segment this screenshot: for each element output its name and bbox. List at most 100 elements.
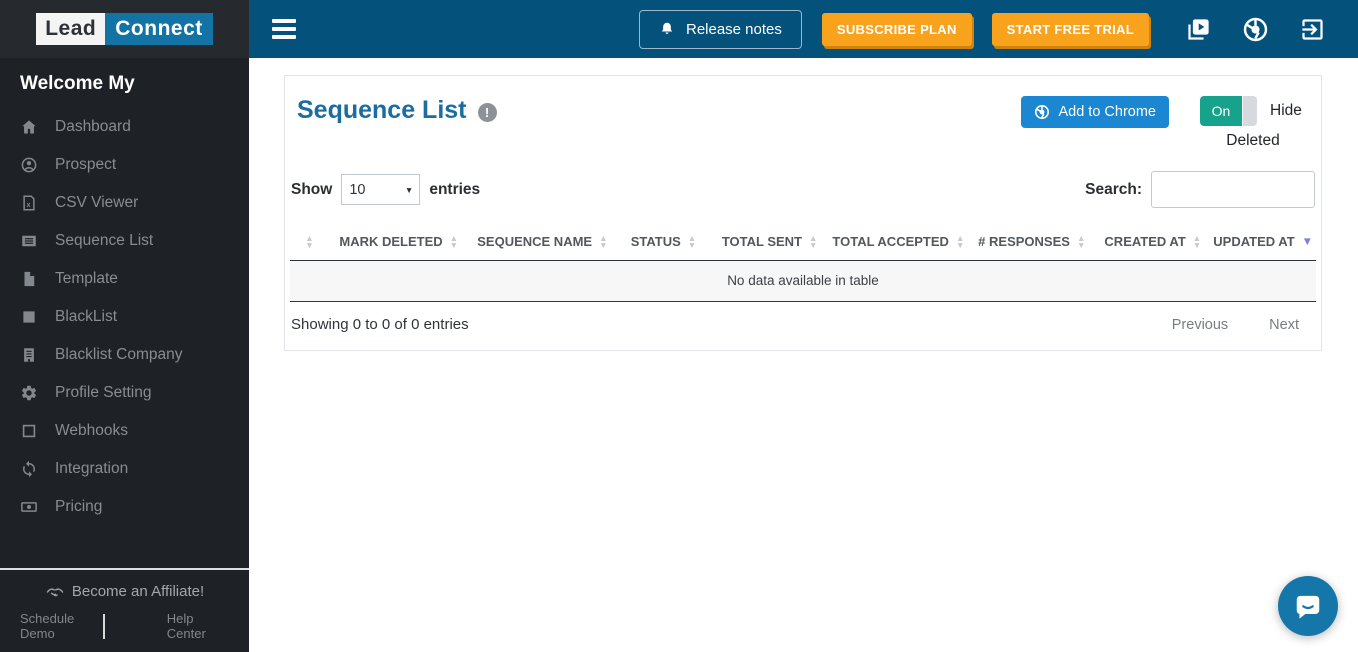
toggle-on-label: On [1200,96,1242,126]
sidebar-item-profile-setting[interactable]: Profile Setting [0,374,249,412]
sort-icon: ▲ ▼ [687,232,697,250]
hide-deleted-toggle[interactable]: On Hide Deleted [1200,96,1306,155]
table-controls: Show 10 entries Search: [291,171,1315,208]
sidebar-item-label: Blacklist Company [55,345,183,363]
add-to-chrome-button[interactable]: Add to Chrome [1021,96,1169,128]
list-icon [20,232,38,250]
page-length-select[interactable]: 10 [341,174,421,205]
table-info: Showing 0 to 0 of 0 entries [291,316,469,333]
chat-launcher-button[interactable] [1278,576,1338,636]
logo-lead: Lead [36,13,106,45]
empty-message: No data available in table [290,260,1316,302]
sidebar-item-integration[interactable]: Integration [0,450,249,488]
bell-icon [661,22,673,34]
sidebar: Lead Connect Welcome My Dashboard Prospe… [0,0,249,652]
sidebar-item-blacklist[interactable]: BlackList [0,298,249,336]
sort-icon: ▲ ▼ [1192,232,1202,250]
sidebar-item-blacklist-company[interactable]: Blacklist Company [0,336,249,374]
schedule-demo-link[interactable]: Schedule Demo [20,611,103,641]
pagination-previous[interactable]: Previous [1172,317,1228,333]
sort-icon: ▲ ▼ [599,232,608,250]
sidebar-item-webhooks[interactable]: Webhooks [0,412,249,450]
page-title: Sequence List [297,96,467,124]
subscribe-plan-button[interactable]: SUBSCRIBE PLAN [821,12,972,46]
sync-icon [20,460,38,478]
show-label: Show [291,180,333,198]
column-header-responses[interactable]: # RESPONSES ▲ ▼ [968,223,1096,261]
sidebar-item-label: Webhooks [55,421,128,439]
hamburger-menu-button[interactable] [268,15,300,43]
sidebar-item-template[interactable]: Template [0,260,249,298]
column-header-updated-at[interactable]: UPDATED AT ▼ [1210,223,1316,261]
sidebar-item-label: Template [55,269,118,287]
chrome-icon [1035,104,1050,120]
topbar-actions: Release notes SUBSCRIBE PLAN START FREE … [638,9,1326,49]
pagination: Previous Next [1172,317,1299,333]
sort-icon: ▲ ▼ [449,232,459,250]
home-icon [20,118,38,136]
sidebar-footer: Become an Affiliate! Schedule Demo Help … [0,568,249,652]
gear-icon [20,384,38,402]
money-icon [20,498,38,516]
sidebar-footer-links: Schedule Demo Help Center [0,600,249,652]
column-header-mark-deleted[interactable]: MARK DELETED ▲ ▼ [328,223,469,261]
footer-links-divider [102,613,105,639]
hamburger-icon [272,19,296,23]
toggle-knob [1242,96,1257,126]
entries-label: entries [429,180,481,198]
file-icon [20,270,38,288]
sidebar-item-label: Pricing [55,497,103,515]
pagination-next[interactable]: Next [1269,317,1299,333]
table-footer: Showing 0 to 0 of 0 entries Previous Nex… [285,302,1321,350]
search-label: Search: [1085,180,1142,198]
release-notes-button[interactable]: Release notes [638,9,802,49]
sidebar-item-pricing[interactable]: Pricing [0,488,249,526]
handshake-icon [46,587,64,596]
chrome-icon[interactable] [1242,16,1269,43]
sidebar-item-prospect[interactable]: Prospect [0,146,249,184]
sidebar-item-dashboard[interactable]: Dashboard [0,108,249,146]
column-header-sequence-name[interactable]: SEQUENCE NAME ▲ ▼ [468,223,617,261]
sidebar-item-label: Dashboard [55,117,131,135]
sort-icon: ▲ ▼ [809,232,818,250]
topbar: Release notes SUBSCRIBE PLAN START FREE … [249,0,1358,58]
start-free-trial-button[interactable]: START FREE TRIAL [991,12,1149,46]
card-header: Sequence List ! Add to Chrome On Hide De… [285,76,1321,159]
svg-text:x: x [26,200,30,208]
affiliate-label: Become an Affiliate! [71,583,205,600]
column-header-total-sent[interactable]: TOTAL SENT ▲ ▼ [710,223,829,261]
building-icon [20,346,38,364]
main-content: Sequence List ! Add to Chrome On Hide De… [249,58,1358,652]
sidebar-item-label: Integration [55,459,129,477]
welcome-text: Welcome My [20,73,135,94]
search-input[interactable] [1151,171,1315,208]
csv-file-icon: x [20,194,38,212]
info-icon[interactable]: ! [477,102,497,122]
square-icon [20,308,38,326]
column-header-created-at[interactable]: CREATED AT ▲ ▼ [1095,223,1211,261]
sort-icon: ▲ ▼ [955,232,965,250]
page-length-select-wrap: 10 [341,174,421,205]
sidebar-item-sequence-list[interactable]: Sequence List [0,222,249,260]
logout-icon[interactable] [1299,16,1326,43]
video-library-icon[interactable] [1185,16,1212,43]
help-center-link[interactable]: Help Center [167,611,229,641]
sidebar-item-label: BlackList [55,307,118,325]
become-affiliate-link[interactable]: Become an Affiliate! [0,583,249,600]
sidebar-item-label: Prospect [55,155,117,173]
table-empty-row: No data available in table [290,260,1316,302]
sidebar-item-label: Profile Setting [55,383,152,401]
sidebar-item-label: Sequence List [55,231,154,249]
column-header-total-accepted[interactable]: TOTAL ACCEPTED ▲ ▼ [828,223,969,261]
release-notes-label: Release notes [685,20,782,38]
column-header-select[interactable]: ▲ ▼ [290,223,329,261]
sidebar-item-label: CSV Viewer [55,193,139,211]
app-logo[interactable]: Lead Connect [0,0,249,58]
column-header-status[interactable]: STATUS ▲ ▼ [616,223,711,261]
sort-icon: ▲ ▼ [305,232,314,250]
add-to-chrome-label: Add to Chrome [1058,104,1156,120]
sort-desc-icon: ▼ [1301,236,1314,249]
toggle-switch[interactable]: On [1200,96,1257,126]
person-icon [20,156,38,174]
sidebar-item-csv-viewer[interactable]: x CSV Viewer [0,184,249,222]
